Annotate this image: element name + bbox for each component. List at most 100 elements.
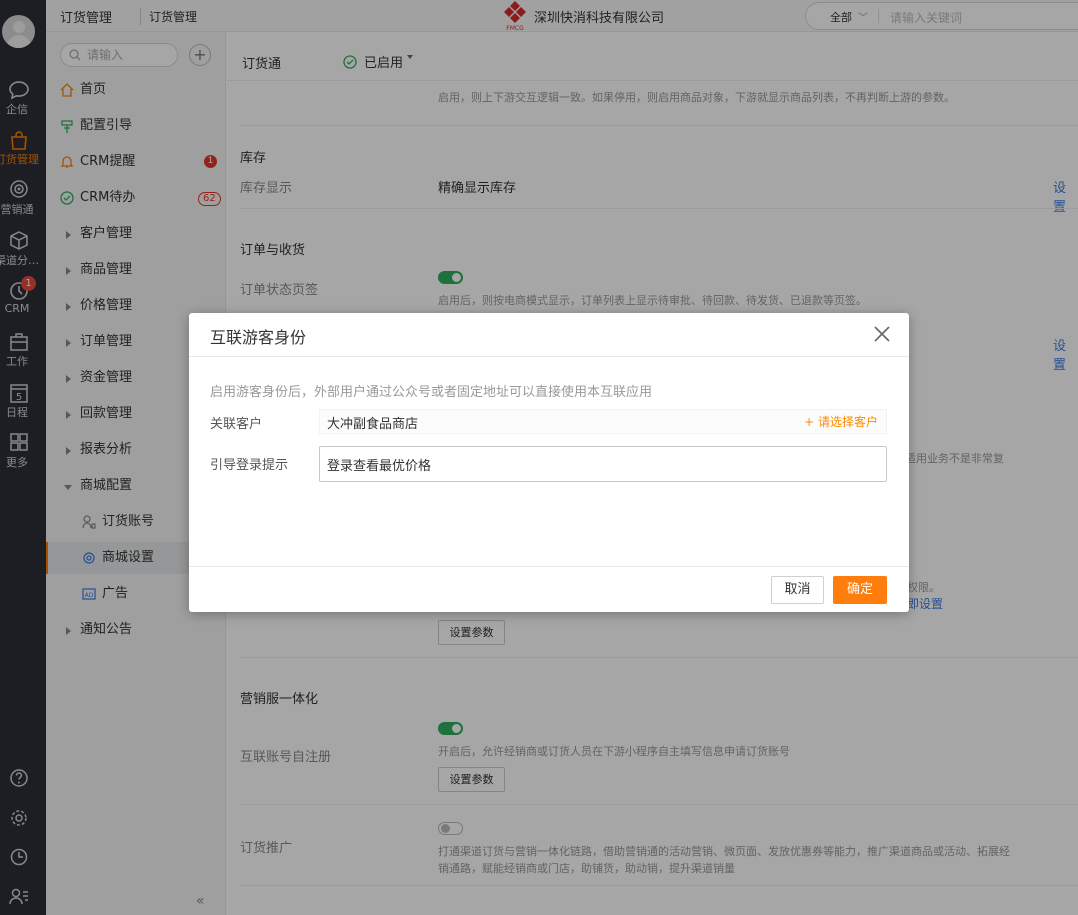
expand-arrow-icon bbox=[66, 447, 71, 455]
divider bbox=[240, 804, 1078, 805]
sidebar-item-crm-todo[interactable]: CRM待办 62 bbox=[46, 182, 226, 214]
shopping-bag-icon bbox=[11, 131, 27, 150]
sidebar-item-notices[interactable]: 通知公告 bbox=[46, 614, 226, 646]
chat-icon bbox=[9, 81, 29, 100]
sidebar-item-home[interactable]: 首页 bbox=[46, 74, 226, 106]
promotion-toggle[interactable] bbox=[438, 822, 463, 835]
help-icon bbox=[10, 769, 28, 787]
expand-arrow-icon bbox=[66, 375, 71, 383]
inventory-title: 库存 bbox=[240, 151, 267, 166]
cube-icon bbox=[10, 231, 28, 250]
sidebar-item-label: 配置引导 bbox=[80, 118, 133, 133]
divider bbox=[189, 566, 909, 567]
sidebar-item-crm-reminder[interactable]: CRM提醒 1 bbox=[46, 146, 226, 178]
rail-item-more[interactable]: 更多 bbox=[0, 433, 38, 470]
top-note: 启用，则上下游交互逻辑一致。如果停用，则启用商品对象，下游就显示商品列表，不再判… bbox=[438, 91, 955, 104]
settings-button[interactable] bbox=[0, 808, 38, 831]
sidebar-item-label: 商城配置 bbox=[80, 478, 133, 493]
expand-arrow-icon bbox=[66, 411, 71, 419]
ad-icon: AD bbox=[82, 588, 96, 600]
contacts-button[interactable] bbox=[0, 886, 38, 909]
order-title: 订单与收货 bbox=[240, 243, 306, 258]
sidebar-item-label: 广告 bbox=[102, 586, 129, 601]
rail-item-crm[interactable]: CRM 1 bbox=[0, 276, 38, 315]
settings-icon bbox=[83, 552, 95, 564]
sidebar-item-label: CRM待办 bbox=[80, 190, 136, 205]
rail-item-orders[interactable]: 订货管理 bbox=[0, 130, 39, 167]
dialog-tip: 启用游客身份后，外部用户通过公众号或者固定地址可以直接使用本互联应用 bbox=[210, 385, 653, 400]
help-button[interactable] bbox=[0, 768, 38, 791]
sidebar-item-label: 价格管理 bbox=[80, 298, 133, 313]
order-status-label: 订单状态页签 bbox=[240, 283, 319, 298]
rail-label: 订货管理 bbox=[0, 153, 39, 166]
customer-value: 大冲副食品商店 bbox=[327, 417, 419, 432]
rail-item-work[interactable]: 工作 bbox=[0, 332, 38, 369]
sidebar-item-label: 通知公告 bbox=[80, 622, 133, 637]
expand-arrow-icon bbox=[66, 303, 71, 311]
self-register-label: 互联账号自注册 bbox=[240, 750, 332, 765]
divider bbox=[240, 125, 1078, 126]
order-status-desc: 启用后，则按电商模式显示，订单列表上显示待审批、待回款、待发货、已退款等页签。 bbox=[438, 294, 867, 307]
collapse-sidebar-button[interactable]: « bbox=[196, 893, 205, 909]
history-icon bbox=[10, 848, 28, 866]
sidebar-item-config-guide[interactable]: 配置引导 bbox=[46, 110, 226, 142]
sidebar-item-customers[interactable]: 客户管理 bbox=[46, 218, 226, 250]
chevron-down-icon: ﹀ bbox=[858, 13, 868, 24]
rail-item-channel[interactable]: 渠道分… bbox=[0, 231, 39, 268]
select-customer-button[interactable]: + 请选择客户 bbox=[804, 413, 878, 430]
self-register-toggle[interactable] bbox=[438, 722, 463, 735]
svg-text:AD: AD bbox=[85, 592, 94, 599]
dialog-header: 互联游客身份 bbox=[189, 313, 909, 357]
login-hint-input[interactable]: 登录查看最优价格 bbox=[319, 446, 887, 482]
sidebar-item-products[interactable]: 商品管理 bbox=[46, 254, 226, 286]
add-button[interactable]: + bbox=[189, 44, 211, 66]
sidebar-item-label: 商品管理 bbox=[80, 262, 133, 277]
rail-item-marketing[interactable]: 营销通 bbox=[0, 180, 38, 217]
calendar-day: 5 bbox=[16, 392, 22, 403]
inventory-settings-link[interactable]: 设置 bbox=[1053, 177, 1078, 215]
confirm-button[interactable]: 确定 bbox=[833, 576, 887, 604]
signpost-icon bbox=[61, 120, 73, 133]
search-icon bbox=[69, 49, 81, 61]
expand-arrow-icon bbox=[66, 267, 71, 275]
sidebar-item-label: 商城设置 bbox=[102, 550, 155, 565]
rail-label: 营销通 bbox=[0, 203, 34, 216]
user-list-icon bbox=[9, 888, 28, 905]
set-params-button[interactable]: 设置参数 bbox=[438, 767, 505, 792]
order-settings-link[interactable]: 设置 bbox=[1053, 335, 1078, 373]
cancel-button[interactable]: 取消 bbox=[771, 576, 824, 604]
status-dropdown[interactable]: 已启用 bbox=[364, 52, 403, 71]
home-icon bbox=[60, 83, 74, 97]
rail-label: 更多 bbox=[6, 456, 28, 469]
bell-icon bbox=[60, 156, 74, 168]
collapse-arrow-icon bbox=[64, 485, 72, 490]
avatar[interactable] bbox=[2, 15, 35, 48]
divider bbox=[240, 657, 1078, 658]
order-status-toggle[interactable] bbox=[438, 271, 463, 284]
sidebar-item-label: 订货账号 bbox=[102, 514, 155, 529]
expand-arrow-icon bbox=[66, 339, 71, 347]
top-bar: FMCG 深圳快消科技有限公司 全部 ﹀ 请输入关键词 bbox=[226, 0, 1078, 32]
sidebar-item-label: 回款管理 bbox=[80, 406, 133, 421]
global-search-input[interactable]: 请输入关键词 bbox=[890, 9, 962, 26]
sidebar-search-input[interactable]: 请输入 bbox=[60, 43, 178, 67]
guest-identity-dialog: 互联游客身份 启用游客身份后，外部用户通过公众号或者固定地址可以直接使用本互联应… bbox=[189, 313, 909, 612]
rail-item-calendar[interactable]: 5 日程 bbox=[0, 383, 38, 420]
search-scope-select[interactable]: 全部 bbox=[830, 9, 852, 25]
customer-field: 大冲副食品商店 + 请选择客户 bbox=[319, 409, 887, 434]
rail-item-chat[interactable]: 企信 bbox=[0, 80, 38, 117]
crm-badge: 1 bbox=[21, 276, 36, 291]
divider bbox=[240, 208, 1078, 209]
partial-settings-link[interactable]: 即设置 bbox=[907, 595, 943, 612]
sidebar-item-label: 资金管理 bbox=[80, 370, 133, 385]
divider bbox=[240, 885, 1078, 886]
rail-label: 工作 bbox=[6, 355, 28, 368]
set-params-button[interactable]: 设置参数 bbox=[438, 620, 505, 645]
sidebar-subtitle[interactable]: 订货管理 bbox=[140, 8, 197, 25]
global-search[interactable]: 全部 ﹀ 请输入关键词 bbox=[805, 2, 1078, 30]
broadcast-icon bbox=[10, 180, 28, 198]
promotion-desc: 销通路，赋能经销商或门店，助铺货，助动销，提升渠道销量 bbox=[438, 862, 735, 875]
app-header: 订货通 已启用 bbox=[227, 43, 1078, 81]
history-button[interactable] bbox=[0, 847, 38, 870]
close-icon[interactable] bbox=[872, 324, 892, 344]
